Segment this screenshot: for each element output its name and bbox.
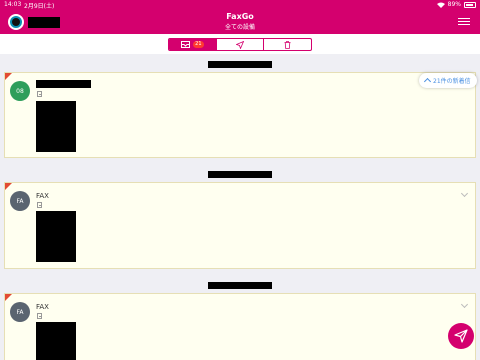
sender-name-redacted <box>36 80 91 88</box>
chevron-down-icon[interactable] <box>460 189 469 198</box>
fax-card[interactable]: FA FAX <box>4 293 476 360</box>
device-filter-label[interactable]: 全ての設備 <box>0 22 480 31</box>
status-time: 14:03 <box>4 1 22 8</box>
menu-icon-line <box>458 21 470 22</box>
sender-name: FAX <box>36 192 49 200</box>
sender-avatar: FA <box>10 191 30 211</box>
inbox-icon <box>181 41 191 48</box>
status-bar: 14:03 2月9日(土) 89% <box>0 0 480 10</box>
trash-icon <box>284 40 291 49</box>
tab-sent[interactable] <box>215 39 264 50</box>
unread-marker <box>5 183 12 190</box>
sender-avatar: 08 <box>10 81 30 101</box>
status-date: 2月9日(土) <box>24 3 55 10</box>
app-header: 14:03 2月9日(土) 89% FaxGo 全ての設備 <box>0 0 480 34</box>
menu-icon-line <box>458 24 470 25</box>
new-fax-button[interactable] <box>448 323 474 349</box>
fax-thumbnail[interactable] <box>36 101 76 152</box>
fax-card[interactable]: FA FAX <box>4 182 476 269</box>
document-icon <box>37 202 42 208</box>
group-title-redacted <box>208 171 272 178</box>
document-icon <box>37 313 42 319</box>
wifi-icon <box>436 2 445 8</box>
group-header <box>0 279 480 291</box>
fax-thumbnail[interactable] <box>36 322 76 360</box>
send-icon <box>236 40 244 49</box>
fax-thumbnail[interactable] <box>36 211 76 262</box>
battery-icon <box>464 1 476 8</box>
sender-name: FAX <box>36 303 49 311</box>
menu-button[interactable] <box>458 16 470 26</box>
document-icon <box>37 91 42 97</box>
status-right: 89% <box>436 1 476 8</box>
inbox-count-badge: 21 <box>193 41 204 48</box>
group-header <box>0 58 480 70</box>
chevron-down-icon[interactable] <box>460 300 469 309</box>
sender-avatar: FA <box>10 302 30 322</box>
unread-marker <box>5 294 12 301</box>
tab-trash[interactable] <box>263 39 311 50</box>
page-title: FaxGo <box>226 12 254 21</box>
tab-inbox[interactable]: 21 <box>169 39 216 50</box>
group-header <box>0 168 480 180</box>
mailbox-tabs: 21 <box>168 38 312 51</box>
group-title-redacted <box>208 282 272 289</box>
group-title-redacted <box>208 61 272 68</box>
send-icon <box>454 329 468 343</box>
new-arrivals-label: 21件の新着信 <box>433 78 471 85</box>
new-arrivals-button[interactable]: 21件の新着信 <box>419 73 477 88</box>
arrow-up-icon <box>423 77 432 86</box>
fax-card[interactable]: 08 <box>4 72 476 158</box>
battery-percent: 89% <box>447 1 461 8</box>
menu-icon-line <box>458 18 470 19</box>
unread-marker <box>5 73 12 80</box>
